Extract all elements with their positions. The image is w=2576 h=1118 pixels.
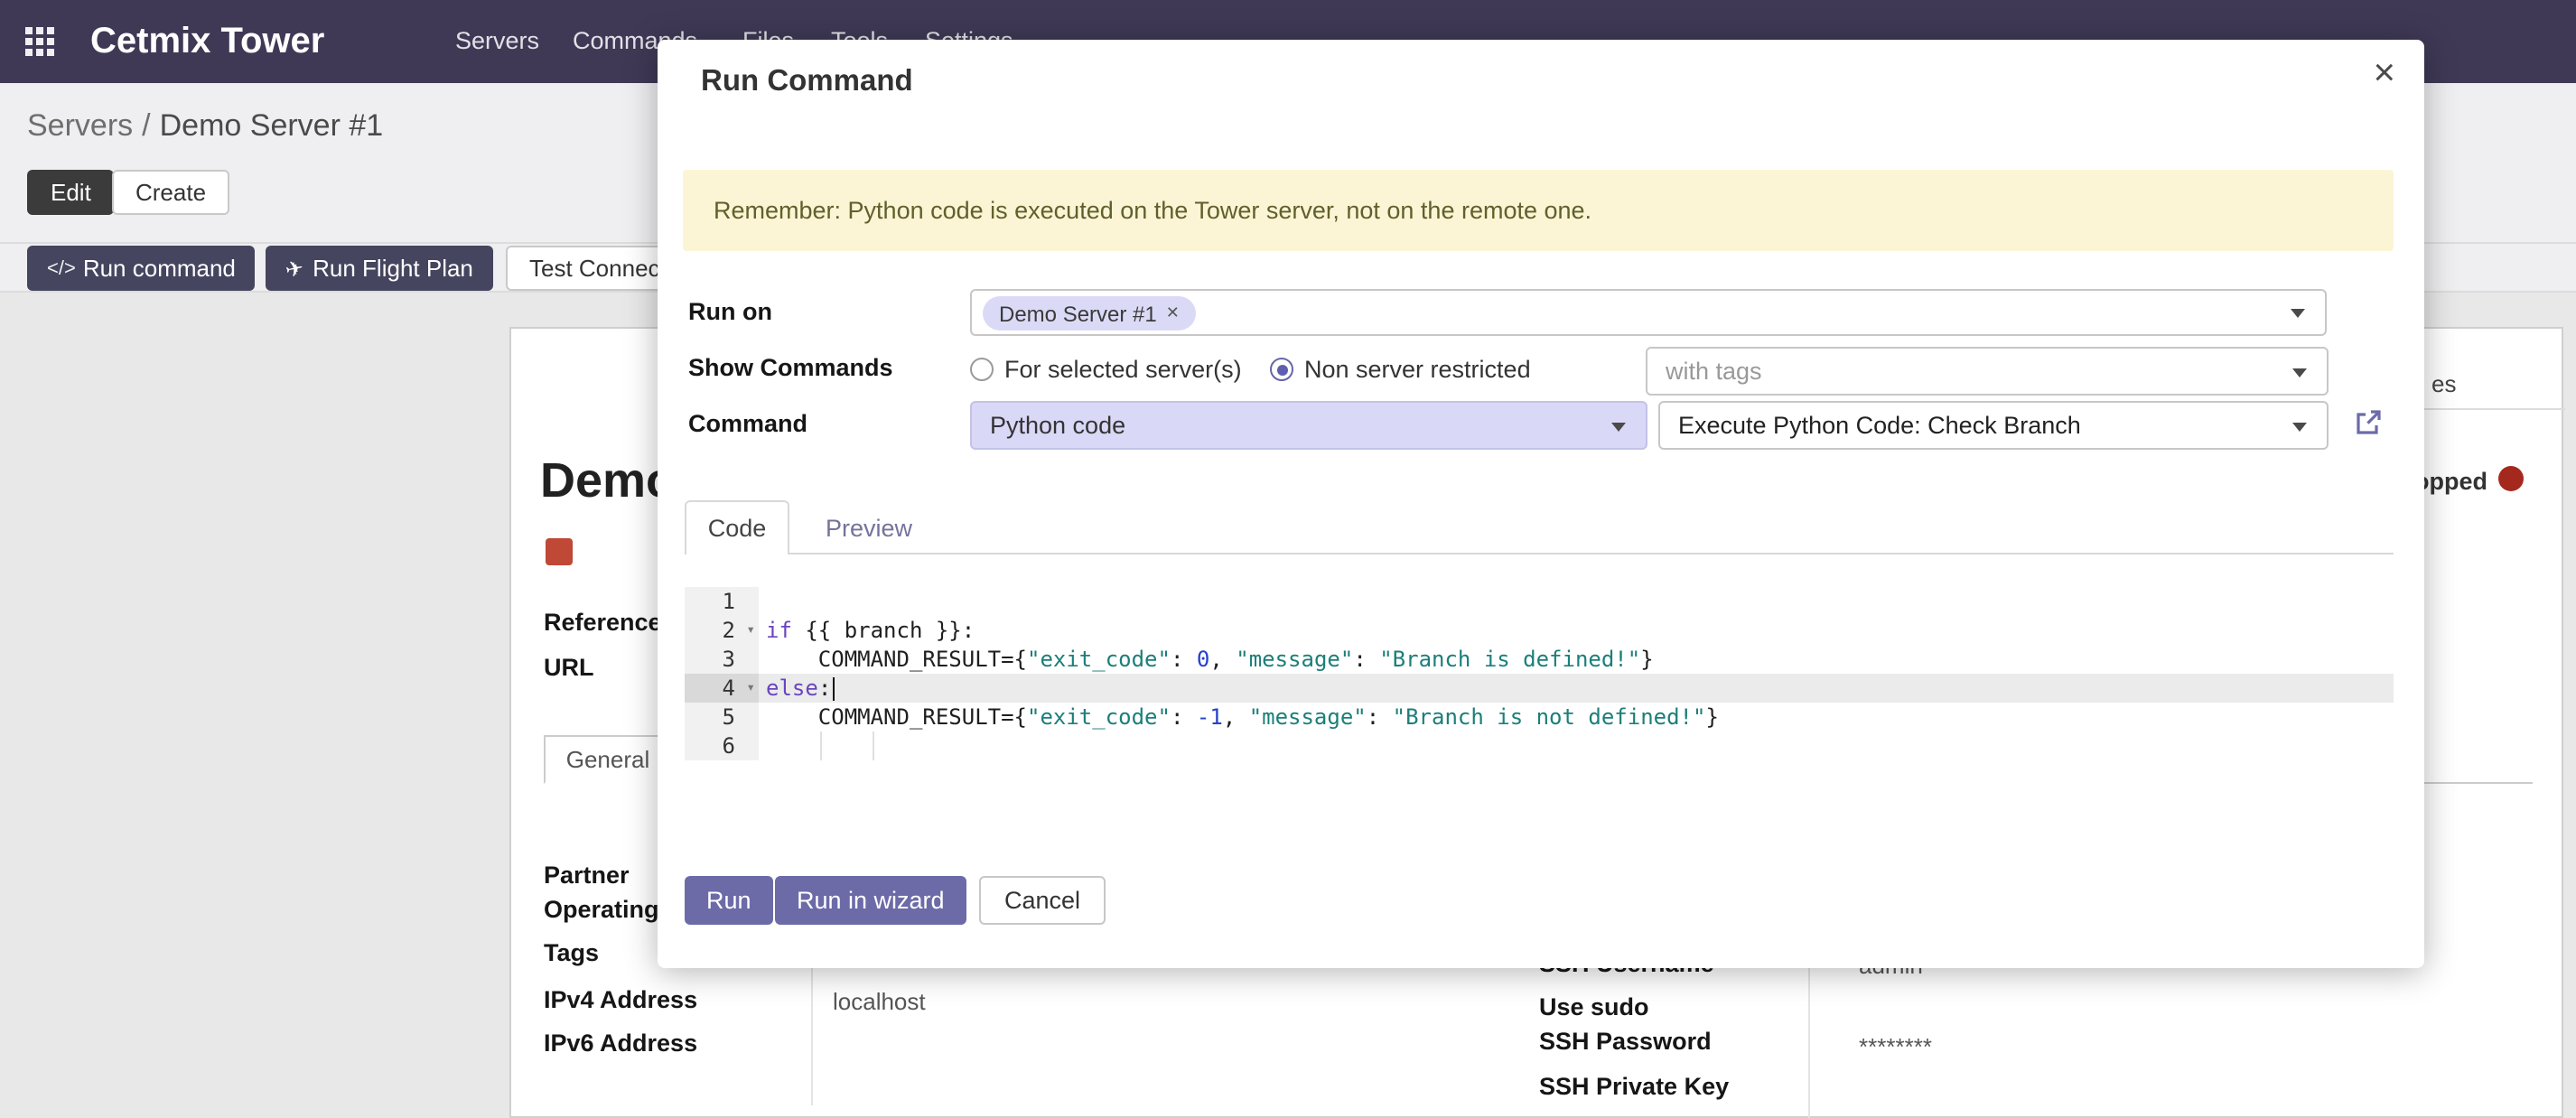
tag-remove-icon[interactable]: ✕ <box>1166 303 1180 323</box>
dialog-title: Run Command <box>701 65 913 99</box>
with-tags-select[interactable]: with tags <box>1646 347 2329 396</box>
chevron-down-icon <box>1611 422 1626 431</box>
code-line: else: <box>759 674 2394 703</box>
text-cursor <box>833 677 835 701</box>
run-on-field[interactable]: Demo Server #1 ✕ <box>970 289 2327 336</box>
tabs-divider <box>685 553 2394 554</box>
run-button[interactable]: Run <box>685 876 773 925</box>
indent-guide <box>820 731 822 760</box>
status-dot-icon <box>2498 466 2524 491</box>
gutter-line: 4▾ <box>685 674 759 703</box>
radio-for-selected-servers[interactable] <box>970 358 994 381</box>
tab-code[interactable]: Code <box>685 500 789 554</box>
field-label-ipv6: IPv6 Address <box>544 1029 697 1057</box>
run-command-dialog: Run Command × Remember: Python code is e… <box>658 40 2424 968</box>
warning-alert: Remember: Python code is executed on the… <box>683 170 2394 251</box>
show-commands-label: Show Commands <box>688 354 893 381</box>
gutter-line: 6 <box>685 731 759 760</box>
field-value-ipv4: localhost <box>833 988 926 1015</box>
breadcrumb-parent[interactable]: Servers <box>27 108 133 143</box>
code-line <box>759 587 2394 616</box>
gutter-line: 2▾ <box>685 616 759 645</box>
run-on-label: Run on <box>688 298 772 325</box>
chevron-down-icon <box>2292 368 2307 377</box>
editor-gutter: 12▾34▾56 <box>685 587 759 760</box>
field-label-use-sudo: Use sudo <box>1539 993 1649 1020</box>
tab-preview[interactable]: Preview <box>826 500 912 554</box>
radio-label-non-server-restricted[interactable]: Non server restricted <box>1304 356 1531 383</box>
chevron-down-icon <box>2292 422 2307 431</box>
gutter-line: 3 <box>685 645 759 674</box>
field-label-ipv4: IPv4 Address <box>544 986 697 1013</box>
app-root: Cetmix Tower Servers Commands Files Tool… <box>0 0 2576 1118</box>
breadcrumb-current: Demo Server #1 <box>160 108 384 143</box>
command-select[interactable]: Execute Python Code: Check Branch <box>1658 401 2329 450</box>
fold-arrow-icon[interactable]: ▾ <box>746 616 755 645</box>
editor-code: if {{ branch }}: COMMAND_RESULT={"exit_c… <box>759 587 2394 760</box>
fold-arrow-icon[interactable]: ▾ <box>746 674 755 703</box>
field-label-ssh-password: SSH Password <box>1539 1028 1712 1055</box>
run-command-button[interactable]: </> Run command <box>27 246 256 291</box>
tab-general[interactable]: General <box>544 735 672 784</box>
code-editor[interactable]: 12▾34▾56 if {{ branch }}: COMMAND_RESULT… <box>685 587 2394 764</box>
warning-alert-text: Remember: Python code is executed on the… <box>714 197 1591 224</box>
field-label-reference: Reference <box>544 609 662 636</box>
breadcrumb-separator: / <box>133 108 159 143</box>
server-tag-chip[interactable]: Demo Server #1 ✕ <box>983 296 1196 331</box>
field-label-tags: Tags <box>544 939 599 966</box>
run-in-wizard-button[interactable]: Run in wizard <box>775 876 966 925</box>
external-link-icon[interactable] <box>2352 406 2385 439</box>
run-flight-plan-button[interactable]: ✈ Run Flight Plan <box>266 246 493 291</box>
close-icon[interactable]: × <box>2373 54 2395 92</box>
command-type-select[interactable]: Python code <box>970 401 1647 450</box>
apps-grid-icon[interactable] <box>25 27 54 56</box>
code-line: COMMAND_RESULT={"exit_code": -1, "messag… <box>759 703 2394 731</box>
chevron-down-icon <box>2291 309 2305 318</box>
code-line: if {{ branch }}: <box>759 616 2394 645</box>
field-value-ssh-password: ******** <box>1859 1033 1932 1060</box>
button-box-text-fragment: es <box>2431 370 2456 397</box>
radio-label-for-selected-servers[interactable]: For selected server(s) <box>1004 356 1242 383</box>
command-label: Command <box>688 410 807 437</box>
server-color-swatch <box>546 538 573 565</box>
field-label-ssh-private-key: SSH Private Key <box>1539 1073 1729 1100</box>
code-icon: </> <box>47 257 76 279</box>
radio-non-server-restricted[interactable] <box>1270 358 1293 381</box>
create-button[interactable]: Create <box>112 170 229 215</box>
code-line: COMMAND_RESULT={"exit_code": 0, "message… <box>759 645 2394 674</box>
nav-item-servers[interactable]: Servers <box>455 0 539 83</box>
cancel-button[interactable]: Cancel <box>979 876 1106 925</box>
field-label-url: URL <box>544 654 594 681</box>
gutter-line: 1 <box>685 587 759 616</box>
edit-button[interactable]: Edit <box>27 170 115 215</box>
code-line <box>759 731 2394 760</box>
gutter-line: 5 <box>685 703 759 731</box>
brand-title[interactable]: Cetmix Tower <box>90 0 324 83</box>
plane-icon: ✈ <box>283 254 306 283</box>
indent-guide <box>873 731 874 760</box>
field-label-partner: Partner <box>544 862 630 889</box>
breadcrumb: Servers/Demo Server #1 <box>27 108 383 144</box>
